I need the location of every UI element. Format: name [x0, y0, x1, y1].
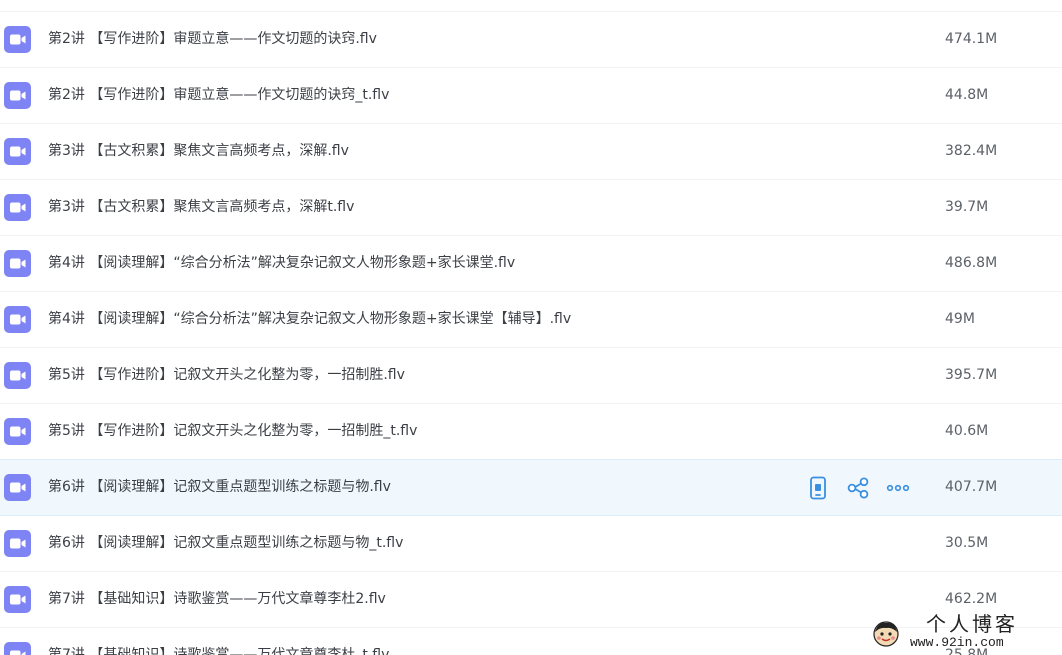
avatar-icon: [873, 621, 899, 647]
video-file-icon: [4, 362, 31, 389]
video-file-icon: [4, 642, 31, 655]
file-name[interactable]: 第6讲 【阅读理解】记叙文重点题型训练之标题与物_t.flv: [48, 534, 403, 552]
file-size: 382.4M: [945, 143, 998, 159]
video-file-icon: [4, 26, 31, 53]
file-size: 474.1M: [945, 31, 998, 47]
file-name[interactable]: 第2讲 【写作进阶】审题立意——作文切题的诀窍_t.flv: [48, 86, 389, 104]
file-row[interactable]: 第2讲 【写作进阶】审题立意——作文切题的诀窍.flv 474.1M: [0, 12, 1062, 68]
file-row[interactable]: 第3讲 【古文积累】聚焦文言高频考点，深解.flv 382.4M: [0, 124, 1062, 180]
video-file-icon: [4, 138, 31, 165]
video-file-icon: [4, 82, 31, 109]
file-row[interactable]: 第6讲 【阅读理解】记叙文重点题型训练之标题与物.flv 407.7M: [0, 459, 1062, 516]
file-name[interactable]: 第6讲 【阅读理解】记叙文重点题型训练之标题与物.flv: [48, 478, 391, 496]
file-name[interactable]: 第4讲 【阅读理解】“综合分析法”解决复杂记叙文人物形象题+家长课堂.flv: [48, 254, 515, 272]
file-size: 44.8M: [945, 87, 989, 103]
more-icon[interactable]: [886, 476, 910, 500]
watermark: 个人博客 www.92in.com: [866, 608, 1062, 655]
file-list: 第2讲 【写作进阶】审题立意——作文切题的诀窍.flv 474.1M 第2讲 【写作…: [0, 12, 1062, 655]
video-file-icon: [4, 250, 31, 277]
file-size: 40.6M: [945, 423, 989, 439]
video-file-icon: [4, 194, 31, 221]
file-size: 486.8M: [945, 255, 998, 271]
watermark-title: 个人博客: [926, 612, 1018, 636]
file-size: 407.7M: [945, 479, 998, 495]
file-size: 49M: [945, 311, 975, 327]
video-file-icon: [4, 306, 31, 333]
file-row[interactable]: 第4讲 【阅读理解】“综合分析法”解决复杂记叙文人物形象题+家长课堂.flv 48…: [0, 236, 1062, 292]
file-name[interactable]: 第5讲 【写作进阶】记叙文开头之化整为零，一招制胜_t.flv: [48, 422, 417, 440]
phone-icon[interactable]: [806, 476, 830, 500]
file-row[interactable]: 第5讲 【写作进阶】记叙文开头之化整为零，一招制胜.flv 395.7M: [0, 348, 1062, 404]
file-name[interactable]: 第5讲 【写作进阶】记叙文开头之化整为零，一招制胜.flv: [48, 366, 405, 384]
video-file-icon: [4, 474, 31, 501]
file-name[interactable]: 第7讲 【基础知识】诗歌鉴赏——万代文章尊李杜_t.flv: [48, 646, 389, 655]
file-name[interactable]: 第4讲 【阅读理解】“综合分析法”解决复杂记叙文人物形象题+家长课堂【辅导】.f…: [48, 310, 571, 328]
video-file-icon: [4, 418, 31, 445]
file-row[interactable]: 第6讲 【阅读理解】记叙文重点题型训练之标题与物_t.flv 30.5M: [0, 516, 1062, 572]
watermark-url: www.92in.com: [910, 635, 1004, 650]
file-row[interactable]: 第2讲 【写作进阶】审题立意——作文切题的诀窍_t.flv 44.8M: [0, 68, 1062, 124]
file-name[interactable]: 第2讲 【写作进阶】审题立意——作文切题的诀窍.flv: [48, 30, 377, 48]
file-row[interactable]: 第3讲 【古文积累】聚焦文言高频考点，深解t.flv 39.7M: [0, 180, 1062, 236]
file-name[interactable]: 第3讲 【古文积累】聚焦文言高频考点，深解t.flv: [48, 198, 354, 216]
share-icon[interactable]: [846, 476, 870, 500]
file-list-page: 第2讲 【写作进阶】审题立意——作文切题的诀窍.flv 474.1M 第2讲 【写作…: [0, 0, 1062, 655]
file-size: 395.7M: [945, 367, 998, 383]
video-file-icon: [4, 530, 31, 557]
file-name[interactable]: 第7讲 【基础知识】诗歌鉴赏——万代文章尊李杜2.flv: [48, 590, 386, 608]
file-size: 30.5M: [945, 535, 989, 551]
file-row[interactable]: 第5讲 【写作进阶】记叙文开头之化整为零，一招制胜_t.flv 40.6M: [0, 404, 1062, 460]
file-size: 39.7M: [945, 199, 989, 215]
video-file-icon: [4, 586, 31, 613]
file-size: 462.2M: [945, 591, 998, 607]
file-name[interactable]: 第3讲 【古文积累】聚焦文言高频考点，深解.flv: [48, 142, 349, 160]
file-row[interactable]: 第4讲 【阅读理解】“综合分析法”解决复杂记叙文人物形象题+家长课堂【辅导】.f…: [0, 292, 1062, 348]
